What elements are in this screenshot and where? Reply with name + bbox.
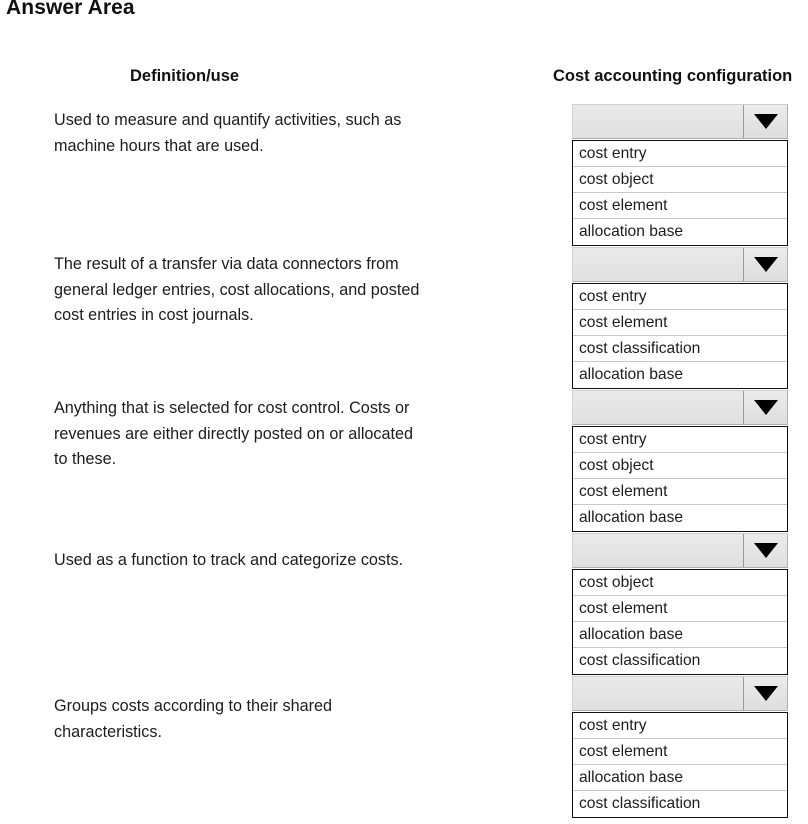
dropdown-option[interactable]: cost classification bbox=[573, 791, 787, 817]
cost-accounting-dropdown: cost entry cost object cost element allocat… bbox=[572, 390, 788, 532]
dropdown-combo-box[interactable] bbox=[572, 533, 788, 568]
dropdown-option[interactable]: allocation base bbox=[573, 765, 787, 791]
dropdown-option[interactable]: cost classification bbox=[573, 648, 787, 674]
definition-text: Groups costs according to their shared c… bbox=[54, 697, 333, 741]
dropdown-option-list: cost entry cost object cost element allocat… bbox=[572, 140, 788, 246]
chevron-down-icon bbox=[753, 686, 778, 701]
cost-accounting-dropdown: cost entry cost object cost element allocat… bbox=[572, 104, 788, 246]
dropdown-option-list: cost object cost element allocation base co… bbox=[572, 569, 788, 675]
cost-accounting-dropdown: cost object cost element allocation base co… bbox=[572, 533, 788, 675]
dropdown-option[interactable]: cost element bbox=[573, 479, 787, 505]
dropdown-combo-box[interactable] bbox=[572, 247, 788, 282]
definition-text: Used as a function to track and categori… bbox=[54, 551, 404, 569]
dropdown-combo-box[interactable] bbox=[572, 390, 788, 425]
dropdown-option[interactable]: cost entry bbox=[573, 284, 787, 310]
dropdown-option[interactable]: allocation base bbox=[573, 362, 787, 388]
chevron-down-icon bbox=[753, 114, 778, 129]
cost-accounting-dropdown: cost entry cost element cost classificatio… bbox=[572, 247, 788, 389]
definition-text: Anything that is selected for cost contr… bbox=[54, 399, 414, 468]
dropdown-toggle-button[interactable] bbox=[744, 105, 787, 138]
dropdown-selected-value[interactable] bbox=[573, 534, 744, 567]
dropdown-option[interactable]: cost element bbox=[573, 739, 787, 765]
dropdown-option-list: cost entry cost object cost element allocat… bbox=[572, 426, 788, 532]
dropdown-option[interactable]: cost element bbox=[573, 596, 787, 622]
chevron-down-icon bbox=[753, 257, 778, 272]
dropdown-option[interactable]: cost element bbox=[573, 193, 787, 219]
chevron-down-icon bbox=[753, 400, 778, 415]
dropdown-toggle-button[interactable] bbox=[744, 534, 787, 567]
dropdown-option-list: cost entry cost element allocation base cos… bbox=[572, 712, 788, 818]
column-header-definition: Definition/use bbox=[130, 67, 240, 85]
definition-text: The result of a transfer via data connec… bbox=[54, 255, 420, 324]
dropdown-option[interactable]: cost entry bbox=[573, 141, 787, 167]
cost-accounting-dropdown: cost entry cost element allocation base cos… bbox=[572, 676, 788, 818]
dropdown-option[interactable]: cost object bbox=[573, 570, 787, 596]
dropdown-toggle-button[interactable] bbox=[744, 248, 787, 281]
dropdown-selected-value[interactable] bbox=[573, 677, 744, 710]
dropdown-option[interactable]: cost element bbox=[573, 310, 787, 336]
dropdown-toggle-button[interactable] bbox=[744, 677, 787, 710]
dropdown-selected-value[interactable] bbox=[573, 105, 744, 138]
dropdown-option[interactable]: cost entry bbox=[573, 713, 787, 739]
dropdown-option-list: cost entry cost element cost classificatio… bbox=[572, 283, 788, 389]
dropdown-selected-value[interactable] bbox=[573, 248, 744, 281]
dropdown-combo-box[interactable] bbox=[572, 676, 788, 711]
dropdown-option[interactable]: cost entry bbox=[573, 427, 787, 453]
dropdown-option[interactable]: cost object bbox=[573, 167, 787, 193]
dropdown-option[interactable]: allocation base bbox=[573, 505, 787, 531]
definition-text: Used to measure and quantify activities,… bbox=[54, 111, 402, 155]
chevron-down-icon bbox=[753, 543, 778, 558]
dropdown-option[interactable]: allocation base bbox=[573, 219, 787, 245]
dropdown-selected-value[interactable] bbox=[573, 391, 744, 424]
dropdown-option[interactable]: cost classification bbox=[573, 336, 787, 362]
column-header-cost-accounting-configuration: Cost accounting configuration bbox=[553, 67, 793, 85]
page-title: Answer Area bbox=[6, 0, 135, 19]
dropdown-option[interactable]: cost object bbox=[573, 453, 787, 479]
dropdown-toggle-button[interactable] bbox=[744, 391, 787, 424]
dropdown-option[interactable]: allocation base bbox=[573, 622, 787, 648]
dropdown-combo-box[interactable] bbox=[572, 104, 788, 139]
